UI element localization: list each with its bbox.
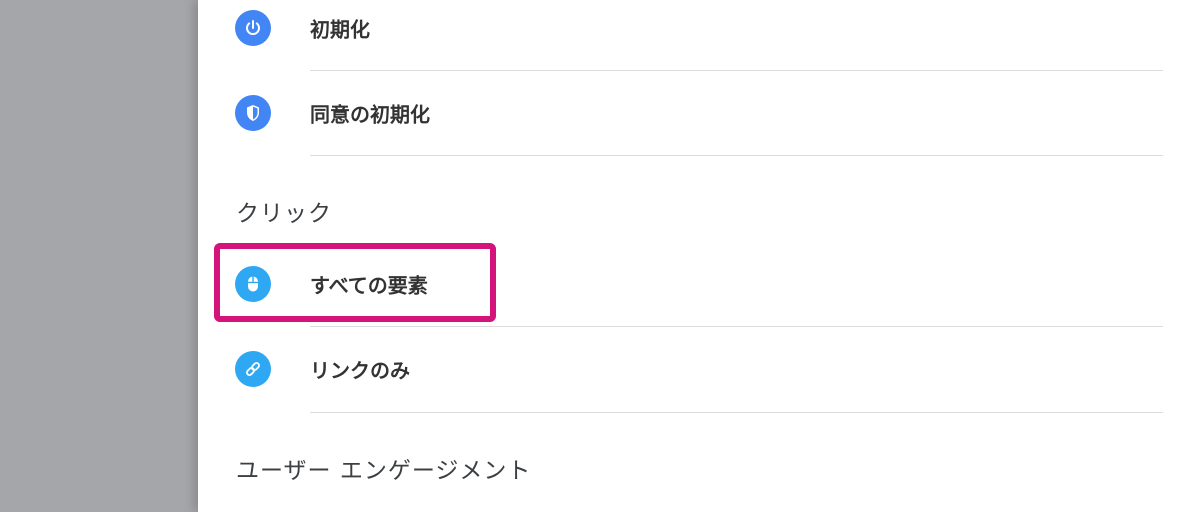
link-icon bbox=[235, 351, 271, 387]
divider bbox=[310, 326, 1163, 327]
trigger-item-label: リンクのみ bbox=[310, 358, 410, 383]
trigger-item-consent-initialization[interactable]: 同意の初期化 bbox=[198, 85, 1200, 141]
trigger-item-all-elements[interactable]: すべての要素 bbox=[198, 256, 1200, 312]
screen: 初期化 同意の初期化 クリック すべての要素 リンクのみ ユーザー エンゲージメ… bbox=[0, 0, 1200, 512]
mouse-icon bbox=[235, 266, 271, 302]
shield-icon bbox=[235, 95, 271, 131]
divider bbox=[310, 155, 1163, 156]
trigger-item-links-only[interactable]: リンクのみ bbox=[198, 341, 1200, 397]
section-header-user-engagement: ユーザー エンゲージメント bbox=[236, 458, 532, 484]
power-icon bbox=[235, 10, 271, 46]
trigger-item-label: 初期化 bbox=[310, 17, 370, 42]
divider bbox=[310, 70, 1163, 71]
section-header-click: クリック bbox=[236, 201, 332, 227]
trigger-type-panel: 初期化 同意の初期化 クリック すべての要素 リンクのみ ユーザー エンゲージメ… bbox=[198, 0, 1200, 512]
trigger-item-label: 同意の初期化 bbox=[310, 102, 430, 127]
trigger-item-initialization[interactable]: 初期化 bbox=[198, 0, 1200, 56]
divider bbox=[310, 412, 1163, 413]
trigger-item-label: すべての要素 bbox=[310, 273, 428, 298]
